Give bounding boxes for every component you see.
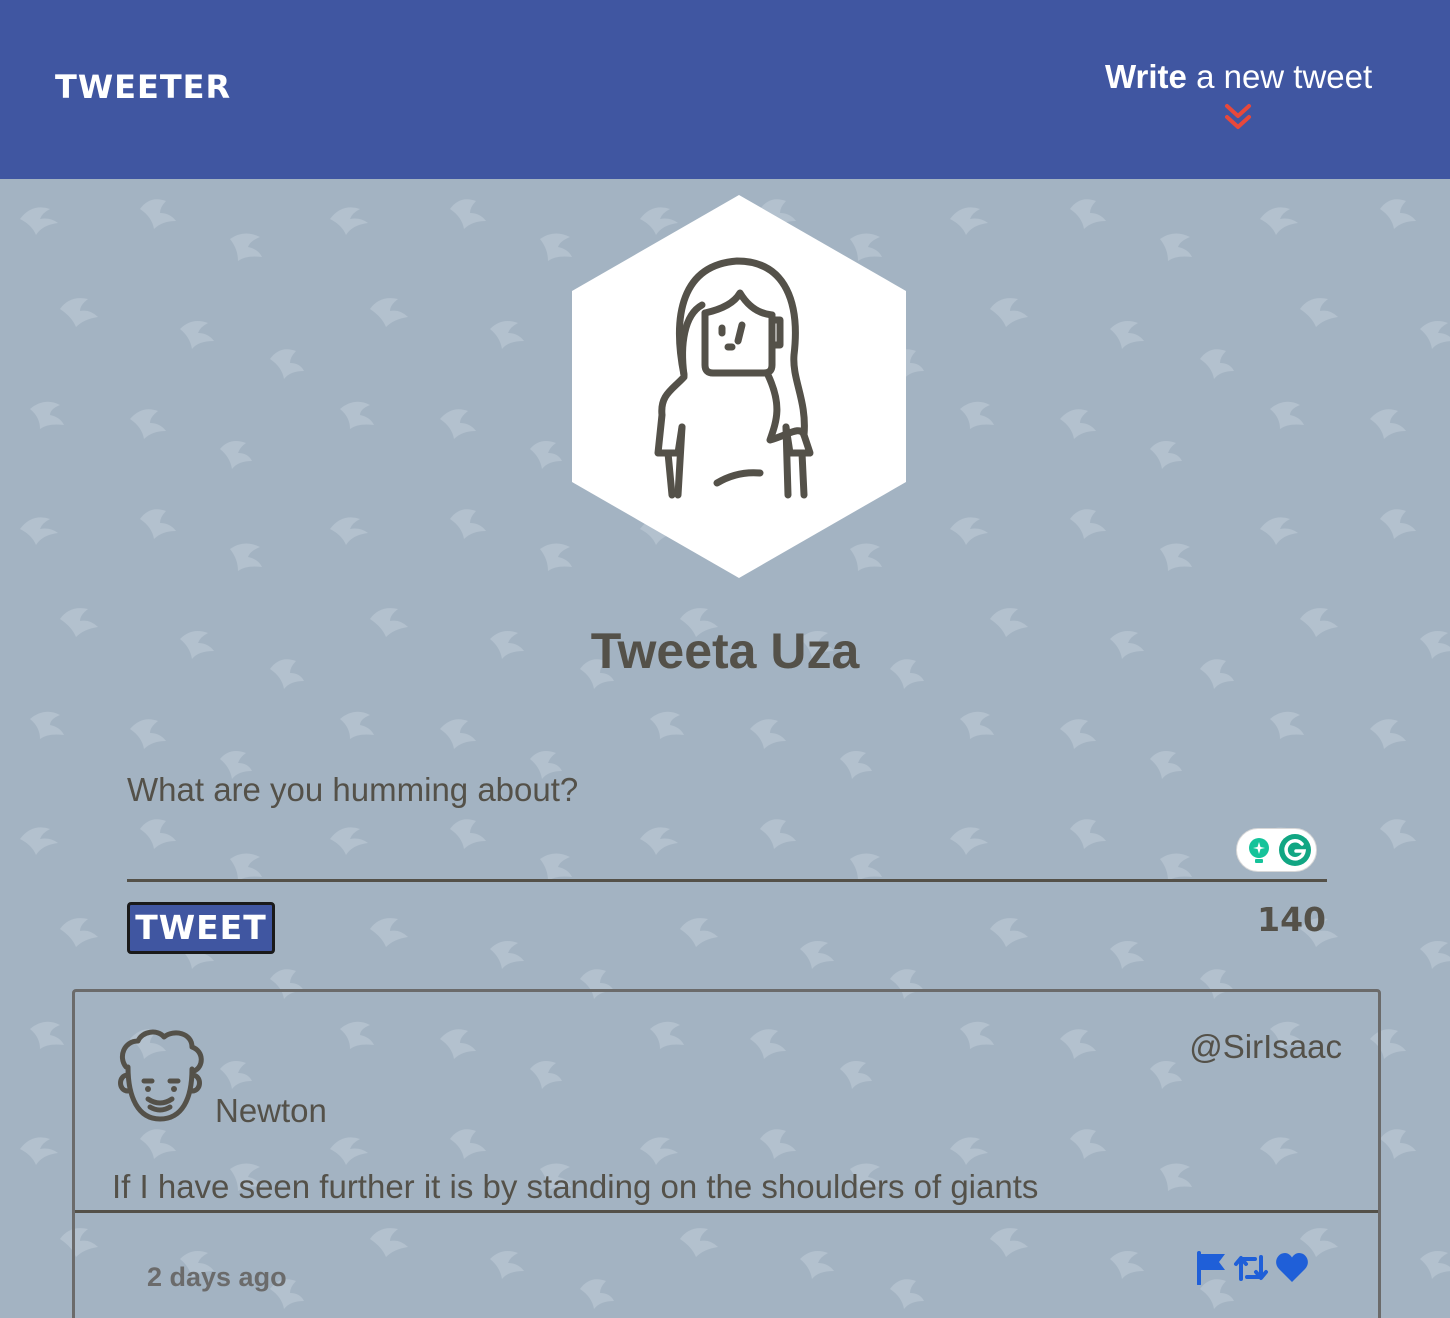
tweet-footer-divider (75, 1210, 1378, 1213)
grammar-assistant-badge[interactable] (1236, 828, 1317, 872)
write-new-tweet-toggle[interactable]: Write a new tweet (1105, 58, 1375, 96)
brand-logo[interactable]: TWEETER (55, 68, 231, 106)
tweet-compose-input[interactable] (127, 765, 1327, 882)
grammarly-icon[interactable] (1279, 834, 1311, 866)
top-nav: TWEETER Write a new tweet (0, 0, 1450, 179)
retweet-icon[interactable] (1233, 1251, 1269, 1285)
lightbulb-icon[interactable] (1247, 837, 1271, 865)
character-counter: 140 (1257, 900, 1326, 939)
tweet-author-name: Newton (215, 1092, 327, 1129)
tweet-text: If I have seen further it is by standing… (112, 1168, 1039, 1205)
tweet-author-avatar (118, 1029, 204, 1122)
tweet-actions (1195, 1251, 1310, 1285)
profile-avatar (572, 195, 906, 578)
write-label: Write (1105, 58, 1187, 95)
tweet-submit-button[interactable]: TWEET (127, 902, 275, 954)
heart-icon[interactable] (1275, 1251, 1309, 1285)
tweet-timestamp: 2 days ago (147, 1262, 287, 1292)
flag-icon[interactable] (1195, 1251, 1227, 1285)
tweet-author-handle: @SirIsaac (1189, 1028, 1342, 1065)
double-chevron-down-icon[interactable] (1222, 102, 1254, 134)
new-tweet-label: a new tweet (1186, 58, 1373, 95)
profile-name: Tweeta Uza (590, 623, 860, 679)
